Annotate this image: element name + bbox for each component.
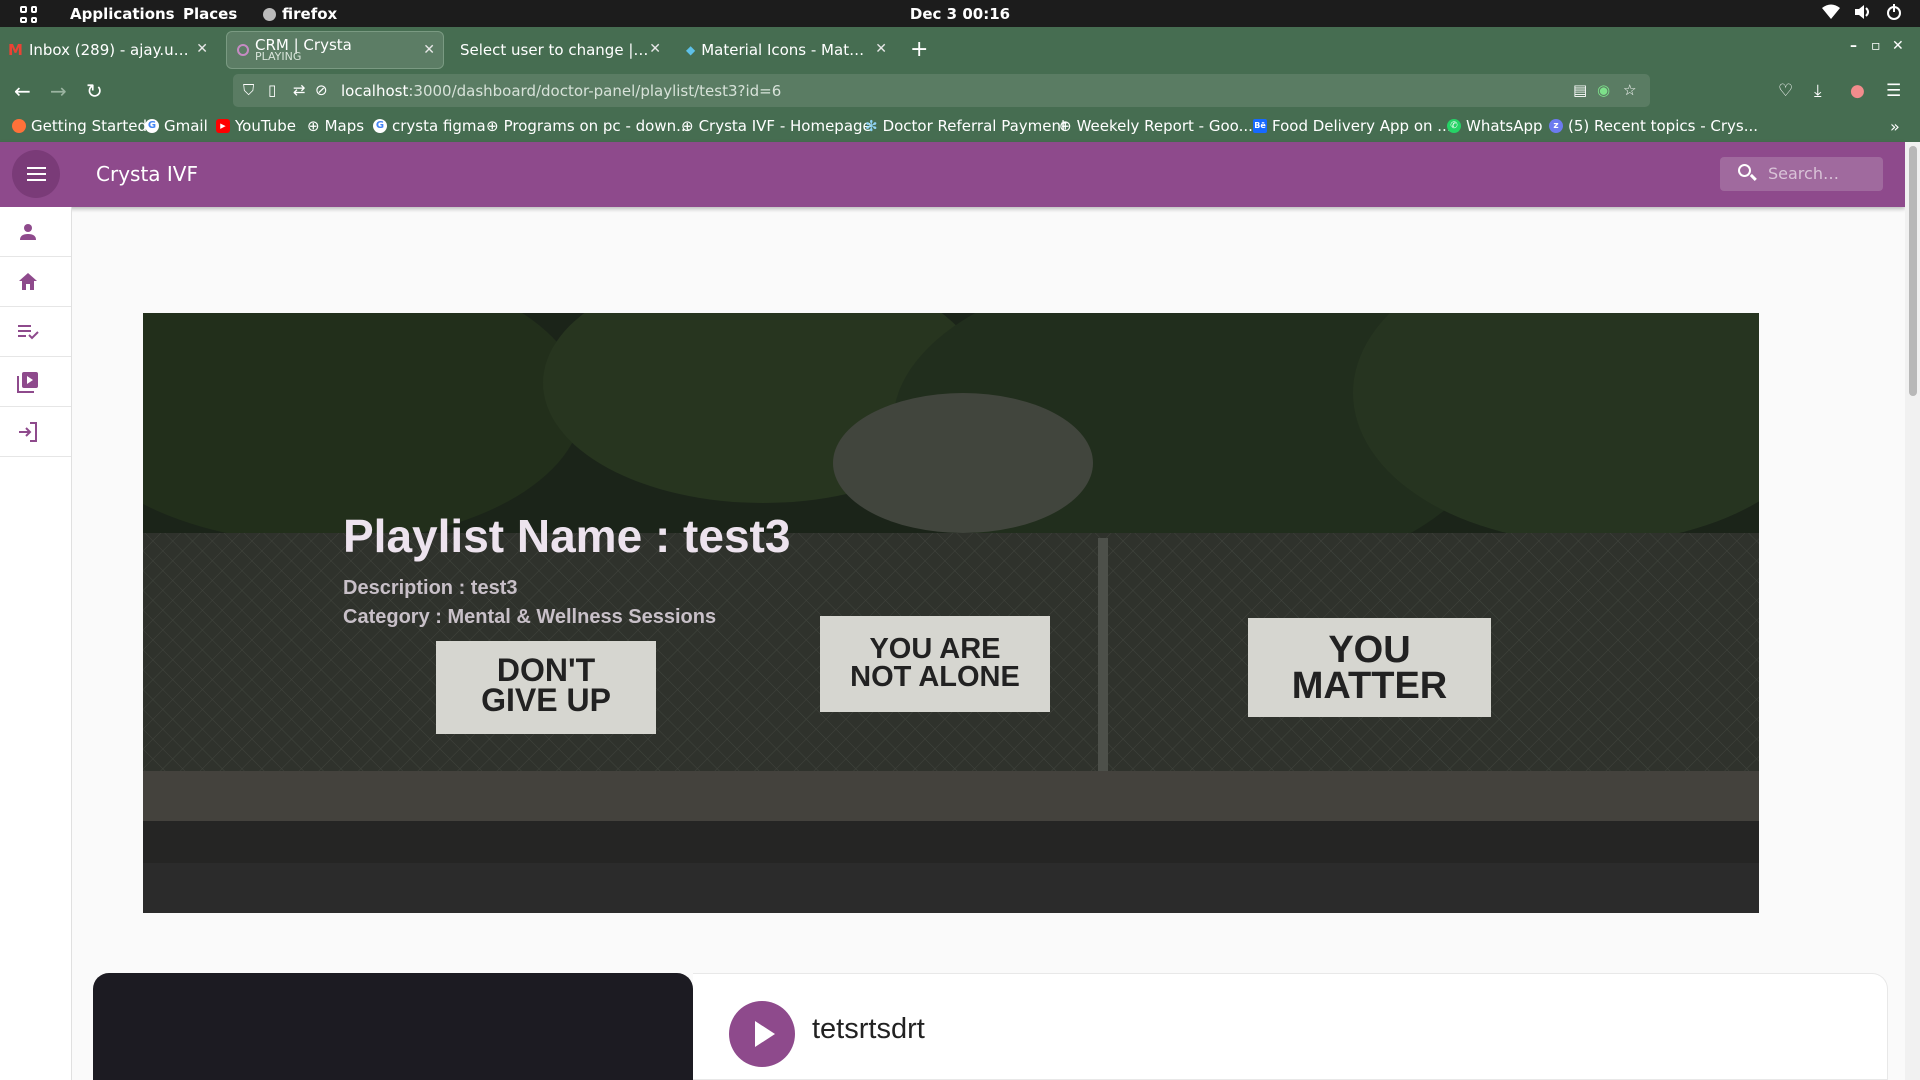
search-box[interactable] — [1720, 157, 1883, 191]
play-button[interactable] — [729, 1001, 795, 1067]
bookmark-recent-topics[interactable]: z (5) Recent topics - Crys... — [1549, 117, 1758, 135]
logout-icon — [19, 422, 37, 442]
home-icon — [19, 273, 37, 290]
close-tab-icon[interactable]: ✕ — [649, 41, 661, 57]
permissions-icon[interactable]: ⇄ — [293, 81, 306, 99]
tab-title: Select user to change | Django — [460, 41, 650, 59]
playlist-name: Playlist Name : test3 — [343, 510, 791, 562]
globe-icon: ⊕ — [486, 117, 499, 135]
crysta-icon — [237, 44, 249, 56]
close-tab-icon[interactable]: ✕ — [875, 41, 887, 57]
tab-strip: M Inbox (289) - ajay.upadhyay ✕ CRM | Cr… — [0, 27, 1920, 71]
bookmark-weekly-report[interactable]: ⊕ Weekely Report - Goo... — [1059, 117, 1253, 135]
forward-icon[interactable]: → — [50, 79, 67, 103]
tab-inbox[interactable]: M Inbox (289) - ajay.upadhyay ✕ — [8, 31, 216, 69]
gmail-icon: M — [8, 41, 23, 59]
video-library-icon — [17, 372, 38, 393]
reader-view-icon[interactable]: ▤ — [1573, 81, 1587, 99]
new-tab-button[interactable]: + — [910, 37, 928, 62]
tab-material-icons[interactable]: ◆ Material Icons - Material Symbols ✕ — [686, 31, 891, 69]
tracking-icon[interactable]: ⊘ — [315, 81, 328, 99]
youtube-icon: ▶ — [216, 119, 230, 133]
sign-you-are-not-alone: YOU ARE NOT ALONE — [820, 616, 1050, 712]
gear-icon: ✻ — [865, 117, 878, 135]
close-tab-icon[interactable]: ✕ — [196, 41, 208, 57]
globe-icon: ⊕ — [681, 117, 694, 135]
sidebar-item-logout[interactable] — [0, 407, 71, 457]
behance-icon: Bē — [1253, 119, 1267, 133]
sidebar-item-videos[interactable] — [0, 357, 71, 407]
sidebar-item-profile[interactable] — [0, 207, 71, 257]
bookmark-star-icon[interactable]: ☆ — [1623, 81, 1636, 99]
video-player[interactable] — [93, 973, 693, 1080]
sign-you-matter: YOU MATTER — [1248, 618, 1491, 717]
bookmark-food-delivery[interactable]: Bē Food Delivery App on ... — [1253, 117, 1452, 135]
track-card: tetsrtsdrt — [693, 973, 1888, 1080]
volume-icon — [1855, 5, 1869, 19]
app-header: Crysta IVF — [0, 142, 1905, 207]
globe-icon: ⊕ — [307, 117, 320, 135]
bookmark-crysta-homepage[interactable]: ⊕ Crysta IVF - Homepage — [681, 117, 872, 135]
sign-dont-give-up: DON'T GIVE UP — [436, 641, 656, 734]
clock[interactable]: Dec 3 00:16 — [0, 5, 1920, 23]
playlist-check-icon — [18, 325, 39, 340]
power-icon — [1887, 4, 1901, 20]
reload-icon[interactable]: ↻ — [86, 79, 103, 103]
back-icon[interactable]: ← — [14, 79, 31, 103]
minimize-button[interactable]: – — [1850, 38, 1857, 54]
bookmark-programs[interactable]: ⊕ Programs on pc - down... — [486, 117, 690, 135]
search-input[interactable] — [1768, 164, 1873, 183]
bookmark-crysta-figma[interactable]: Gcrysta figma — [373, 117, 486, 135]
wifi-icon — [1822, 4, 1840, 19]
playlist-description: Description : test3 — [343, 577, 518, 599]
extension-icon[interactable]: ◉ — [1597, 81, 1610, 99]
whatsapp-icon: ✆ — [1447, 119, 1461, 133]
sidebar-item-home[interactable] — [0, 257, 71, 307]
search-icon — [1738, 164, 1751, 177]
url-bar[interactable]: ⛉ ▯ ⇄ ⊘ localhost:3000/dashboard/doctor-… — [233, 74, 1650, 107]
google-icon: G — [145, 119, 159, 133]
more-bookmarks-icon[interactable]: » — [1890, 117, 1900, 136]
person-icon — [20, 224, 36, 240]
close-tab-icon[interactable]: ✕ — [423, 42, 435, 58]
system-top-bar: Applications Places firefox Dec 3 00:16 — [0, 0, 1920, 27]
globe-icon: ⊕ — [1059, 117, 1072, 135]
menu-toggle-button[interactable] — [12, 150, 60, 198]
sidebar — [0, 207, 72, 1080]
playlist-hero-banner: DON'T GIVE UP YOU ARE NOT ALONE YOU MATT… — [143, 313, 1759, 913]
bookmark-doctor-referral[interactable]: ✻ Doctor Referral Payment — [865, 117, 1067, 135]
bookmark-getting-started[interactable]: Getting Started — [12, 117, 147, 135]
google-icon: G — [373, 119, 387, 133]
tab-title: Inbox (289) - ajay.upadhyay — [28, 41, 194, 59]
bookmark-maps[interactable]: ⊕ Maps — [307, 117, 364, 135]
material-icon: ◆ — [686, 43, 696, 57]
url-text[interactable]: localhost:3000/dashboard/doctor-panel/pl… — [341, 82, 781, 100]
extension-avatar-icon[interactable]: ● — [1850, 81, 1865, 101]
play-icon — [755, 1021, 775, 1047]
maximize-button[interactable]: ▫ — [1871, 38, 1881, 54]
playlist-category: Category : Mental & Wellness Sessions — [343, 606, 717, 628]
page-icon: ▯ — [268, 81, 277, 99]
sidebar-item-playlists[interactable] — [0, 307, 71, 357]
scrollbar-thumb[interactable] — [1909, 146, 1917, 396]
app-title: Crysta IVF — [96, 162, 198, 186]
downloads-icon[interactable]: ⤓ — [1814, 81, 1822, 101]
close-window-button[interactable]: ✕ — [1892, 38, 1904, 54]
bookmarks-toolbar: Getting Started G Gmail ▶ YouTube ⊕ Maps Gc… — [0, 111, 1920, 142]
chat-icon: z — [1549, 119, 1563, 133]
bookmark-youtube[interactable]: ▶ YouTube — [216, 117, 296, 135]
firefox-icon — [12, 119, 26, 133]
pocket-icon[interactable]: ♡ — [1778, 81, 1793, 101]
system-tray[interactable] — [1822, 4, 1902, 20]
bookmark-whatsapp[interactable]: ✆ WhatsApp — [1447, 117, 1543, 135]
bookmark-gmail[interactable]: G Gmail — [145, 117, 208, 135]
navigation-bar: ← → ↻ ⛉ ▯ ⇄ ⊘ localhost:3000/dashboard/d… — [0, 71, 1920, 111]
track-title: tetsrtsdrt — [812, 1013, 925, 1045]
shield-icon[interactable]: ⛉ — [243, 81, 254, 99]
hamburger-menu-icon[interactable]: ☰ — [1886, 81, 1901, 101]
tab-django-users[interactable]: Select user to change | Django ✕ — [460, 31, 665, 69]
tab-title: Material Icons - Material Symbols — [701, 41, 866, 59]
tab-crm-crysta[interactable]: CRM | Crysta PLAYING ✕ — [226, 31, 444, 69]
